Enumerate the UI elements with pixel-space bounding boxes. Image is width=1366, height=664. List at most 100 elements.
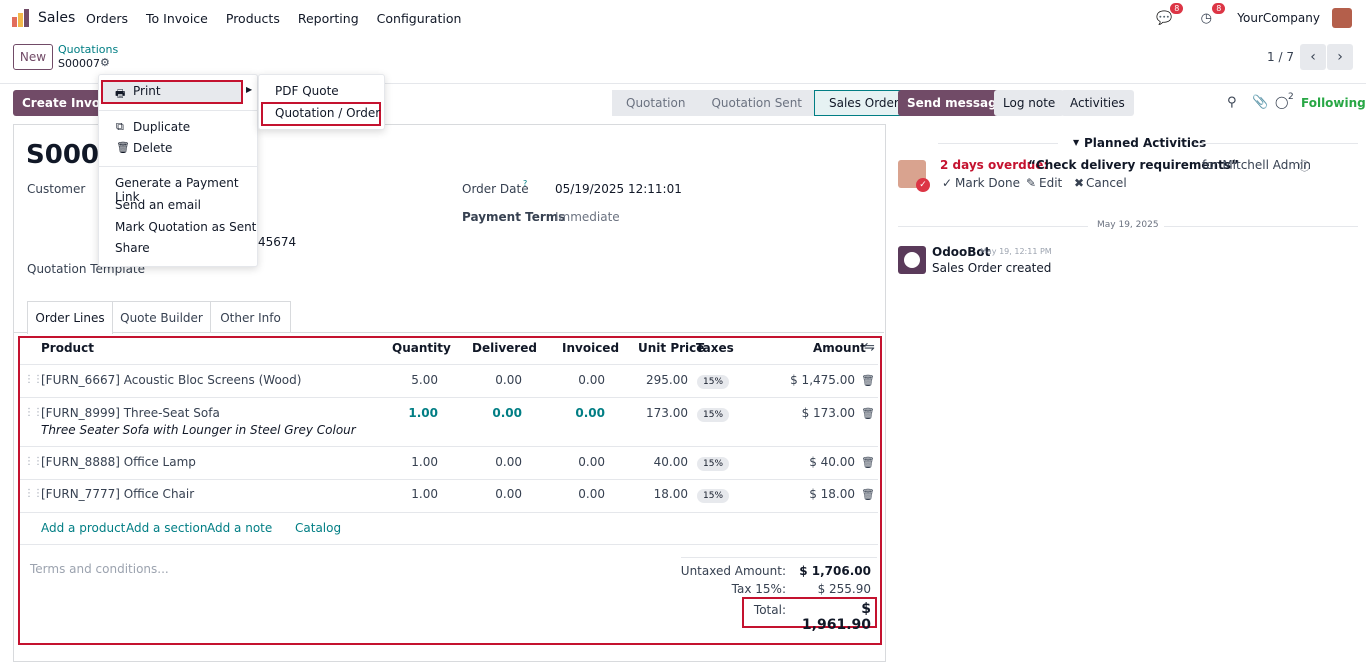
header-unit-price[interactable]: Unit Price <box>638 341 704 355</box>
attachment-icon[interactable]: 📎 <box>1252 95 1268 110</box>
menu-item-print[interactable]: Print <box>133 84 161 98</box>
sales-app-icon[interactable] <box>12 9 30 27</box>
menu-item-pdf-quote[interactable]: PDF Quote <box>275 84 339 98</box>
date-divider-right <box>1164 226 1358 227</box>
company-switcher[interactable]: YourCompany <box>1237 11 1320 25</box>
status-quotation[interactable]: Quotation <box>612 90 698 116</box>
row-amount: $ 1,475.00 <box>790 373 855 387</box>
payment-terms-value[interactable]: Immediate <box>555 210 620 224</box>
tab-other-info[interactable]: Other Info <box>211 301 291 333</box>
tab-order-lines[interactable]: Order Lines <box>27 301 113 334</box>
menu-reporting[interactable]: Reporting <box>298 11 359 26</box>
row-quantity[interactable]: 1.00 <box>388 455 438 469</box>
trash-icon[interactable]: 🗑 <box>861 456 875 469</box>
menu-item-duplicate[interactable]: Duplicate <box>133 120 190 134</box>
menu-products[interactable]: Products <box>226 11 280 26</box>
optional-columns-icon[interactable]: ⇋ <box>864 340 875 355</box>
pager-previous-button[interactable]: ‹ <box>1300 44 1326 70</box>
row-invoiced[interactable]: 0.00 <box>555 406 605 420</box>
terms-input[interactable]: Terms and conditions... <box>30 562 169 576</box>
row-description[interactable]: Three Seater Sofa with Lounger in Steel … <box>41 423 356 437</box>
header-quantity[interactable]: Quantity <box>392 341 451 355</box>
menu-item-delete[interactable]: Delete <box>133 141 172 155</box>
user-avatar[interactable] <box>1332 8 1352 28</box>
trash-icon[interactable]: 🗑 <box>861 407 875 420</box>
add-product-link[interactable]: Add a product <box>41 521 125 535</box>
row-invoiced[interactable]: 0.00 <box>555 487 605 501</box>
info-icon[interactable]: ⓘ <box>1299 158 1310 174</box>
row-divider <box>20 512 878 513</box>
row-delivered[interactable]: 0.00 <box>472 406 522 420</box>
add-section-link[interactable]: Add a section <box>126 521 207 535</box>
messages-icon[interactable]: 💬 8 <box>1155 3 1184 27</box>
menu-item-share[interactable]: Share <box>115 241 150 255</box>
row-tax-badge[interactable]: 15% <box>697 408 730 422</box>
row-unit-price[interactable]: 173.00 <box>628 406 688 420</box>
row-product[interactable]: [FURN_8888] Office Lamp <box>41 455 196 469</box>
order-date-value[interactable]: 05/19/2025 12:11:01 <box>555 182 682 196</box>
menu-configuration[interactable]: Configuration <box>377 11 462 26</box>
menu-item-send-email[interactable]: Send an email <box>115 198 201 212</box>
message-body: Sales Order created <box>932 261 1052 275</box>
activities-button[interactable]: Activities <box>1061 90 1134 116</box>
pager-value[interactable]: 1 / 7 <box>1267 50 1294 64</box>
trash-icon[interactable]: 🗑 <box>861 374 875 387</box>
row-delivered[interactable]: 0.00 <box>472 373 522 387</box>
planned-caret-icon[interactable]: ▼ <box>1073 138 1079 147</box>
mark-done-button[interactable]: Mark Done <box>955 176 1020 190</box>
app-name[interactable]: Sales <box>38 10 75 26</box>
gear-icon[interactable]: ⚙ <box>100 56 110 69</box>
row-unit-price[interactable]: 295.00 <box>628 373 688 387</box>
trash-icon[interactable]: 🗑 <box>861 488 875 501</box>
search-icon[interactable]: ⚲ <box>1227 95 1237 110</box>
tab-quote-builder[interactable]: Quote Builder <box>113 301 211 333</box>
tax-label: Tax 15%: <box>731 582 786 596</box>
row-product[interactable]: [FURN_6667] Acoustic Bloc Screens (Wood) <box>41 373 301 387</box>
followers-icon[interactable]: ◯ <box>1275 95 1288 109</box>
row-invoiced[interactable]: 0.00 <box>555 455 605 469</box>
cancel-activity-button[interactable]: Cancel <box>1086 176 1127 190</box>
row-unit-price[interactable]: 40.00 <box>628 455 688 469</box>
row-product[interactable]: [FURN_8999] Three-Seat Sofa <box>41 406 220 420</box>
row-invoiced[interactable]: 0.00 <box>555 373 605 387</box>
row-product[interactable]: [FURN_7777] Office Chair <box>41 487 194 501</box>
status-quotation-sent[interactable]: Quotation Sent <box>697 90 814 116</box>
row-drag-handle-icon[interactable]: ⋮⋮ <box>24 407 43 418</box>
row-tax-badge[interactable]: 15% <box>697 375 730 389</box>
row-unit-price[interactable]: 18.00 <box>628 487 688 501</box>
header-invoiced[interactable]: Invoiced <box>562 341 619 355</box>
order-date-help-icon[interactable]: ? <box>523 179 527 188</box>
duplicate-icon: ⧉ <box>116 120 124 133</box>
row-tax-badge[interactable]: 15% <box>697 489 730 503</box>
following-button[interactable]: Following <box>1301 96 1366 110</box>
edit-activity-button[interactable]: Edit <box>1039 176 1062 190</box>
row-quantity[interactable]: 1.00 <box>388 487 438 501</box>
menu-item-mark-sent[interactable]: Mark Quotation as Sent <box>115 220 256 234</box>
menu-to-invoice[interactable]: To Invoice <box>146 11 208 26</box>
planned-activities-title[interactable]: Planned Activities <box>1084 136 1206 150</box>
menu-orders[interactable]: Orders <box>86 11 128 26</box>
row-quantity[interactable]: 1.00 <box>388 406 438 420</box>
menu-item-quotation-order[interactable]: Quotation / Order <box>275 106 380 120</box>
header-delivered[interactable]: Delivered <box>472 341 537 355</box>
header-product[interactable]: Product <box>41 341 94 355</box>
row-drag-handle-icon[interactable]: ⋮⋮ <box>24 488 43 499</box>
new-button[interactable]: New <box>13 44 53 70</box>
catalog-link[interactable]: Catalog <box>295 521 341 535</box>
row-delivered[interactable]: 0.00 <box>472 455 522 469</box>
header-amount[interactable]: Amount <box>813 341 866 355</box>
header-taxes[interactable]: Taxes <box>696 341 734 355</box>
main-menu: Orders To Invoice Products Reporting Con… <box>86 11 461 26</box>
row-delivered[interactable]: 0.00 <box>472 487 522 501</box>
printer-icon: 🖶 <box>115 87 126 100</box>
row-drag-handle-icon[interactable]: ⋮⋮ <box>24 456 43 467</box>
row-tax-badge[interactable]: 15% <box>697 457 730 471</box>
row-drag-handle-icon[interactable]: ⋮⋮ <box>24 374 43 385</box>
activities-clock-icon[interactable]: ◷ 8 <box>1197 3 1226 27</box>
breadcrumb-quotations[interactable]: Quotations <box>58 43 118 56</box>
total-label: Total: <box>753 603 786 617</box>
add-note-link[interactable]: Add a note <box>207 521 272 535</box>
row-quantity[interactable]: 5.00 <box>388 373 438 387</box>
pager-next-button[interactable]: › <box>1327 44 1353 70</box>
log-note-button[interactable]: Log note <box>994 90 1065 116</box>
